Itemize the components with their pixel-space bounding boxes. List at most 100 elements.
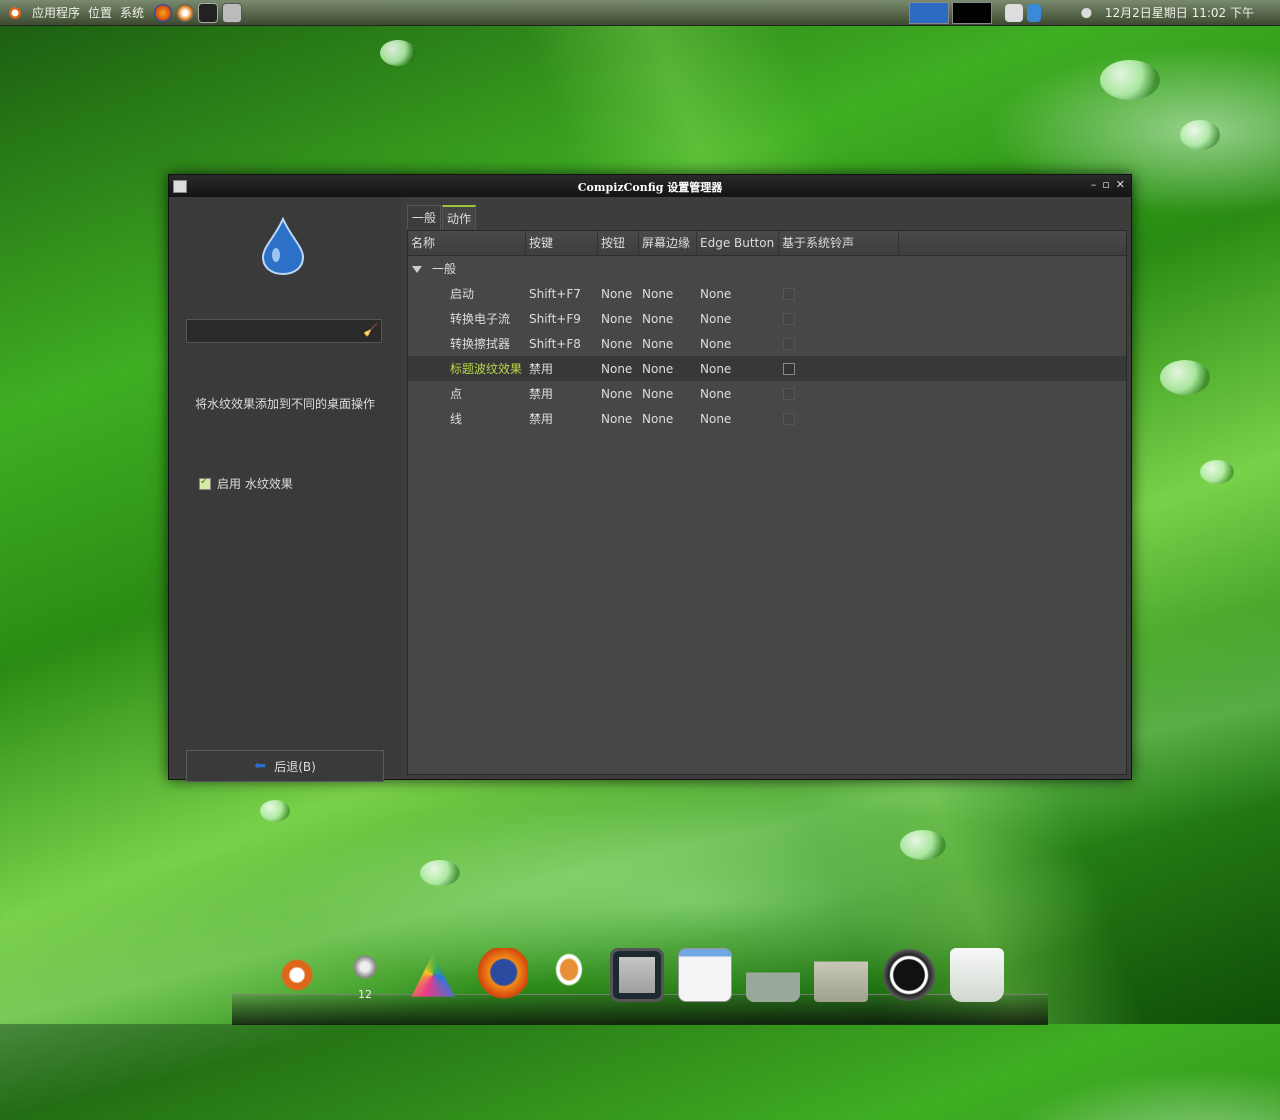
row-bell-checkbox[interactable] <box>783 387 795 400</box>
water-drop <box>260 800 290 822</box>
col-button[interactable]: 按钮 <box>598 231 639 255</box>
row-edge-button[interactable]: None <box>697 337 779 351</box>
workspace-switcher-icon[interactable]: 12 <box>338 948 392 1002</box>
row-edge-button[interactable]: None <box>697 287 779 301</box>
plugin-description: 将水纹效果添加到不同的桌面操作 <box>194 397 375 411</box>
row-edge[interactable]: None <box>639 312 697 326</box>
row-button[interactable]: None <box>598 287 639 301</box>
col-name[interactable]: 名称 <box>408 231 526 255</box>
network-icon[interactable] <box>1004 3 1023 22</box>
shutdown-icon[interactable] <box>882 948 936 1002</box>
menu-applications[interactable]: 应用程序 <box>32 4 80 21</box>
folder-icon[interactable] <box>814 948 868 1002</box>
row-edge[interactable]: None <box>639 387 697 401</box>
col-edge[interactable]: 屏幕边缘 <box>639 231 697 255</box>
row-edge-button[interactable]: None <box>697 362 779 376</box>
table-row[interactable]: 线 禁用 None None None <box>408 406 1126 431</box>
top-panel: 应用程序 位置 系统 12月2日星期日 11:02 下午 <box>0 0 1280 26</box>
search-input[interactable]: 🧹 <box>186 319 382 343</box>
table-row[interactable]: 点 禁用 None None None <box>408 381 1126 406</box>
update-icon[interactable] <box>1026 3 1041 22</box>
minimize-icon[interactable]: – <box>1091 178 1097 191</box>
mail-icon[interactable] <box>542 948 596 1002</box>
menu-places[interactable]: 位置 <box>88 4 112 21</box>
volume-icon[interactable] <box>1080 3 1099 22</box>
water-drop <box>420 860 460 886</box>
main-area: 一般 动作 名称 按键 按钮 屏幕边缘 Edge Button 基于系统铃声 一… <box>405 197 1127 775</box>
enable-plugin-row[interactable]: 启用 水纹效果 <box>199 475 293 492</box>
back-button[interactable]: ⬅ 后退(B) <box>186 750 384 782</box>
trash-icon[interactable] <box>950 948 1004 1002</box>
photos-icon[interactable] <box>411 953 455 997</box>
table-row[interactable]: 转换电子流 Shift+F9 None None None <box>408 306 1126 331</box>
enable-checkbox[interactable] <box>199 476 211 490</box>
screenshot-launcher-icon[interactable] <box>222 2 243 23</box>
col-key[interactable]: 按键 <box>526 231 598 255</box>
settings-icon[interactable] <box>678 948 732 1002</box>
table-row-selected[interactable]: 标题波纹效果 禁用 None None None <box>408 356 1126 381</box>
row-edge-button[interactable]: None <box>697 387 779 401</box>
row-button[interactable]: None <box>598 337 639 351</box>
workspace-2[interactable] <box>951 1 992 24</box>
row-button[interactable]: None <box>598 312 639 326</box>
water-plugin-icon <box>261 217 305 275</box>
row-edge[interactable]: None <box>639 412 697 426</box>
enable-label: 启用 水纹效果 <box>217 477 293 491</box>
terminal-launcher-icon[interactable] <box>198 2 219 23</box>
row-key[interactable]: 禁用 <box>526 410 598 427</box>
ubuntu-icon[interactable] <box>270 948 324 1002</box>
row-key[interactable]: 禁用 <box>526 385 598 402</box>
help-launcher-icon[interactable] <box>176 3 195 22</box>
row-bell-checkbox[interactable] <box>783 362 795 375</box>
downloads-icon[interactable] <box>746 948 800 1002</box>
close-icon[interactable]: ✕ <box>1116 178 1125 191</box>
dock: 12 <box>270 948 1004 1002</box>
row-key[interactable]: Shift+F8 <box>526 337 598 351</box>
terminal-icon[interactable] <box>610 948 664 1002</box>
maximize-icon[interactable]: ▫ <box>1102 178 1109 191</box>
table-row[interactable]: 启动 Shift+F7 None None None <box>408 281 1126 306</box>
row-name: 启动 <box>450 287 475 301</box>
water-drop <box>1100 60 1160 100</box>
clock[interactable]: 12月2日星期日 11:02 下午 <box>1105 4 1254 21</box>
water-drop <box>1180 120 1220 150</box>
row-name: 线 <box>450 412 463 426</box>
table-row[interactable]: 转换擦拭器 Shift+F8 None None None <box>408 331 1126 356</box>
group-row[interactable]: 一般 <box>408 256 1126 281</box>
row-edge[interactable]: None <box>639 287 697 301</box>
row-button[interactable]: None <box>598 387 639 401</box>
row-edge-button[interactable]: None <box>697 412 779 426</box>
workspace-1[interactable] <box>908 1 949 24</box>
row-bell-checkbox[interactable] <box>783 337 795 350</box>
tab-actions[interactable]: 动作 <box>442 205 477 230</box>
menu-system[interactable]: 系统 <box>120 4 144 21</box>
row-name: 点 <box>450 387 463 401</box>
firefox-launcher-icon[interactable] <box>154 3 173 22</box>
window-title: CompizConfig 设置管理器 <box>577 181 723 194</box>
table-header: 名称 按键 按钮 屏幕边缘 Edge Button 基于系统铃声 <box>408 231 1126 256</box>
row-button[interactable]: None <box>598 362 639 376</box>
row-key[interactable]: Shift+F7 <box>526 287 598 301</box>
tab-general[interactable]: 一般 <box>407 205 442 230</box>
row-bell-checkbox[interactable] <box>783 412 795 425</box>
actions-table: 名称 按键 按钮 屏幕边缘 Edge Button 基于系统铃声 一般 启动 S… <box>407 230 1127 775</box>
row-edge[interactable]: None <box>639 337 697 351</box>
row-button[interactable]: None <box>598 412 639 426</box>
row-bell-checkbox[interactable] <box>783 287 795 300</box>
col-edge-button[interactable]: Edge Button <box>697 231 779 255</box>
workspace-label: 12 <box>358 988 372 1001</box>
row-edge-button[interactable]: None <box>697 312 779 326</box>
water-drop <box>1160 360 1210 395</box>
row-key[interactable]: Shift+F9 <box>526 312 598 326</box>
row-key[interactable]: 禁用 <box>526 360 598 377</box>
window-titlebar[interactable]: CompizConfig 设置管理器 – ▫ ✕ <box>169 175 1131 197</box>
row-edge[interactable]: None <box>639 362 697 376</box>
expand-arrow-icon[interactable] <box>412 266 422 273</box>
ubuntu-menu-icon[interactable] <box>6 3 24 22</box>
water-drop <box>1200 460 1234 484</box>
col-bell[interactable]: 基于系统铃声 <box>779 231 899 255</box>
row-bell-checkbox[interactable] <box>783 312 795 325</box>
firefox-icon[interactable] <box>474 948 528 1002</box>
clear-search-icon[interactable]: 🧹 <box>363 323 378 337</box>
water-drop <box>900 830 946 860</box>
